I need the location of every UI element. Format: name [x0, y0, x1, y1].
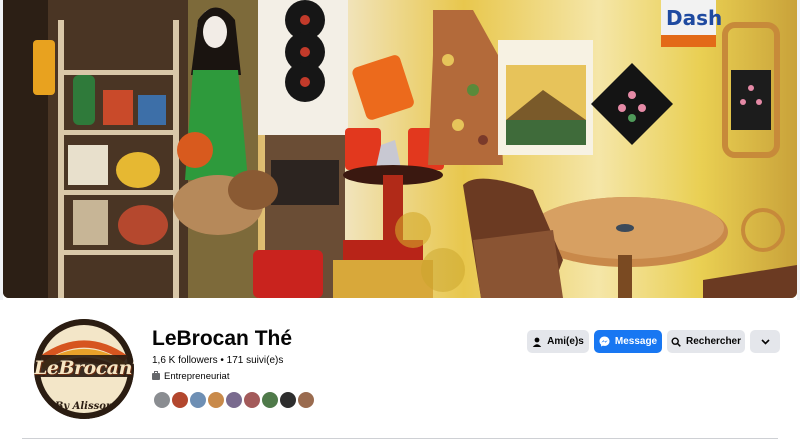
- chevron-down-icon: [760, 338, 770, 345]
- messenger-icon: [599, 336, 610, 347]
- page-category-label: Entrepreneuriat: [164, 371, 230, 382]
- friend-avatar[interactable]: [242, 390, 262, 410]
- profile-avatar[interactable]: LeBrocanThé By Alisson NCEPT ST: [30, 315, 138, 423]
- dash-box-text: Dash: [666, 6, 722, 30]
- page-name[interactable]: LeBrocan Thé: [152, 327, 292, 351]
- cover-photo[interactable]: Dash: [3, 0, 797, 298]
- section-divider: [22, 438, 778, 439]
- follower-stats[interactable]: 1,6 K followers • 171 suivi(e)s: [152, 355, 283, 366]
- more-options-button[interactable]: [750, 330, 780, 353]
- friends-button-label: Ami(e)s: [547, 336, 584, 347]
- avatar-logo-subtitle: By Alisson: [54, 401, 114, 412]
- friend-avatar[interactable]: [278, 390, 298, 410]
- briefcase-icon: [152, 371, 160, 380]
- friend-avatar[interactable]: [206, 390, 226, 410]
- message-button-label: Message: [614, 336, 658, 347]
- friend-avatar[interactable]: [224, 390, 244, 410]
- avatar-logo-tagline: NCEPT ST: [58, 413, 110, 422]
- search-icon: [671, 336, 681, 347]
- search-button-label: Rechercher: [685, 336, 742, 347]
- message-button[interactable]: Message: [594, 330, 662, 353]
- friend-avatar[interactable]: [296, 390, 316, 410]
- avatar-logo-title: LeBrocanThé: [34, 357, 134, 379]
- cover-photo-illustration: Dash: [3, 0, 797, 298]
- profile-page: Dash LeBrocanThé B: [0, 0, 800, 445]
- friends-preview[interactable]: [152, 390, 316, 410]
- page-category: Entrepreneuriat: [152, 371, 229, 382]
- friend-avatar[interactable]: [170, 390, 190, 410]
- friend-avatar[interactable]: [152, 390, 172, 410]
- person-icon: [532, 337, 542, 347]
- search-button[interactable]: Rechercher: [667, 330, 745, 353]
- friends-button[interactable]: Ami(e)s: [527, 330, 589, 353]
- friend-avatar[interactable]: [260, 390, 280, 410]
- friend-avatar[interactable]: [188, 390, 208, 410]
